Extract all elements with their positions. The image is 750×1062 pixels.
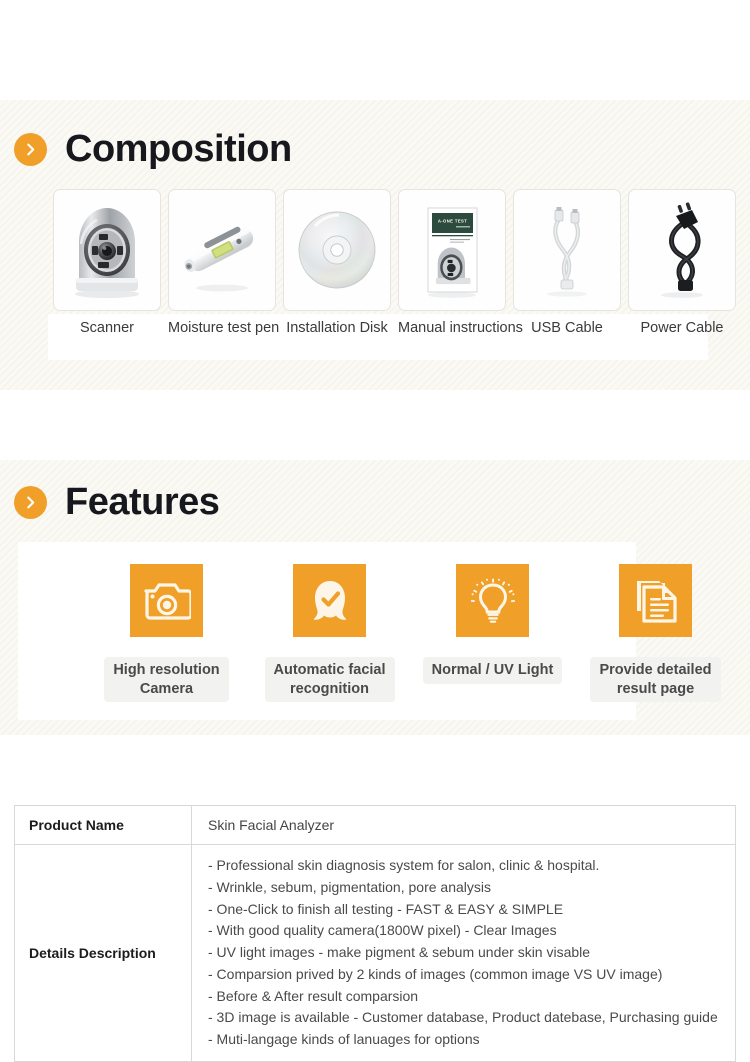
feature-label-line1: Provide detailed: [599, 662, 712, 678]
description-line: - 3D image is available - Customer datab…: [208, 1009, 718, 1026]
description-line: - Comparsion prived by 2 kinds of images…: [208, 965, 663, 982]
composition-image-usb-cable: [513, 189, 621, 311]
feature-label-line1: Normal / UV Light: [431, 662, 554, 678]
feature-item-camera: High resolution Camera: [85, 564, 248, 703]
feature-item-uv-light: Normal / UV Light: [411, 564, 574, 702]
description-line: - One-Click to finish all testing - FAST…: [208, 900, 564, 917]
product-spec-table: Product Name Skin Facial Analyzer Detail…: [14, 805, 736, 1062]
svg-text:A-ONE TEST: A-ONE TEST: [438, 219, 467, 224]
feature-label-line1: Automatic facial: [273, 662, 386, 678]
spec-key: Details Description: [14, 844, 192, 1062]
feature-item-facial-recognition: Automatic facial recognition: [248, 564, 411, 703]
spec-value-description: - Professional skin diagnosis system for…: [191, 844, 736, 1062]
cd-disk-image: [298, 211, 376, 289]
power-cable-image: [661, 202, 703, 298]
description-line: - Muti-langage kinds of lanuages for opt…: [208, 1031, 480, 1048]
feature-label-line1: High resolution: [113, 662, 220, 678]
features-list: High resolution Camera Automatic facial …: [85, 564, 737, 703]
composition-image-scanner: [53, 189, 161, 311]
composition-image-power-cable: [628, 189, 736, 311]
spec-key: Product Name: [14, 805, 192, 845]
composition-label: Power Cable: [640, 320, 724, 336]
moisture-pen-image: [184, 226, 254, 292]
feature-label: Provide detailed result page: [590, 657, 721, 703]
table-row: Details Description - Professional skin …: [14, 844, 736, 1062]
composition-label: Scanner: [79, 320, 134, 336]
lightbulb-icon: [456, 564, 529, 637]
spec-value: Skin Facial Analyzer: [191, 805, 736, 845]
composition-label: USB Cable: [531, 320, 603, 336]
composition-label: Manual instructions: [398, 320, 523, 336]
chevron-right-icon: [14, 485, 47, 519]
composition-label: Installation Disk: [286, 320, 388, 336]
description-line: - UV light images - make pigment & sebum…: [208, 944, 591, 961]
documents-icon: [619, 564, 692, 637]
feature-item-result-page: Provide detailed result page: [574, 564, 737, 703]
description-line: - Before & After result comparsion: [208, 987, 419, 1004]
composition-title: Composition: [65, 128, 292, 170]
feature-label: High resolution Camera: [104, 657, 229, 703]
description-line: - Wrinkle, sebum, pigmentation, pore ana…: [208, 878, 491, 895]
composition-heading: Composition: [14, 130, 292, 168]
composition-image-list: A-ONE TEST: [53, 189, 736, 311]
manual-booklet-image: A-ONE TEST: [427, 207, 478, 298]
features-heading: Features: [14, 481, 220, 523]
composition-label: Moisture test pen: [168, 320, 280, 336]
feature-label-line2: result page: [616, 680, 695, 697]
camera-icon: [130, 564, 203, 637]
table-row: Product Name Skin Facial Analyzer: [14, 805, 736, 845]
chevron-right-icon: [14, 132, 47, 166]
description-line: - Professional skin diagnosis system for…: [208, 857, 600, 873]
composition-image-manual: A-ONE TEST: [398, 189, 506, 311]
scanner-device-image: [75, 208, 139, 298]
features-title: Features: [65, 481, 220, 523]
composition-image-installation-disk: [283, 189, 391, 311]
usb-cable-image: [547, 207, 587, 297]
description-line: - With good quality camera(1800W pixel) …: [208, 922, 557, 939]
feature-label: Automatic facial recognition: [264, 657, 395, 703]
feature-label-line2: recognition: [290, 680, 369, 697]
feature-label-line2: Camera: [139, 680, 194, 697]
face-recognition-icon: [293, 564, 366, 637]
feature-label: Normal / UV Light: [422, 657, 563, 684]
composition-image-moisture-pen: [168, 189, 276, 311]
composition-label-list: Scanner Moisture test pen Installation D…: [53, 320, 736, 336]
